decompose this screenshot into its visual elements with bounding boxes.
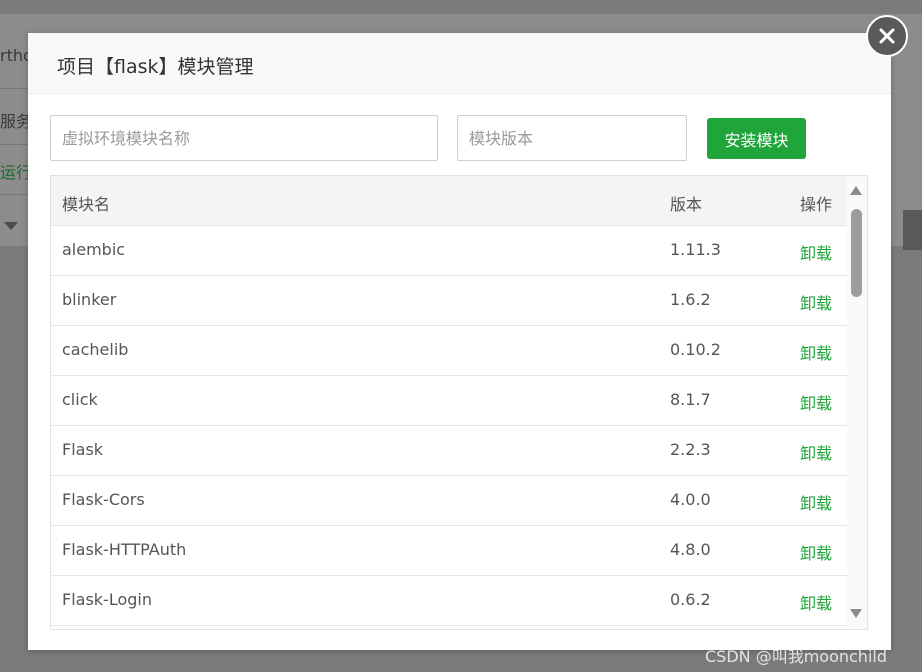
dialog-header: 项目【flask】模块管理 [28,33,891,94]
dialog-title: 项目【flask】模块管理 [57,56,254,78]
table-row: cachelib 0.10.2 卸载 [51,326,847,376]
caret-down-icon [4,222,18,230]
table-header: 模块名 版本 操作 [51,176,847,226]
uninstall-button[interactable]: 卸载 [800,490,832,514]
close-dialog-button[interactable] [866,15,908,57]
module-version: 1.6.2 [670,290,711,309]
module-version: 2.2.3 [670,440,711,459]
module-version: 4.8.0 [670,540,711,559]
header-action: 操作 [800,195,833,214]
scrollbar-thumb[interactable] [851,209,862,297]
module-version: 1.11.3 [670,240,721,259]
module-name-input[interactable] [50,115,438,161]
module-name: Flask [62,440,104,459]
table-row: Flask 2.2.3 卸载 [51,426,847,476]
module-version: 0.10.2 [670,340,721,359]
module-version: 0.6.2 [670,590,711,609]
background-button [903,210,922,250]
close-icon [879,28,895,44]
uninstall-button[interactable]: 卸载 [800,390,832,414]
scroll-up-arrow-icon[interactable] [850,186,862,195]
scroll-down-arrow-icon[interactable] [850,609,862,618]
module-name: cachelib [62,340,129,359]
header-module-name: 模块名 [62,195,111,214]
install-module-button[interactable]: 安装模块 [707,118,806,159]
table-scrollbar[interactable] [847,176,867,629]
table-row: Flask-Login 0.6.2 卸载 [51,576,847,626]
table-row: Flask-HTTPAuth 4.8.0 卸载 [51,526,847,576]
uninstall-button[interactable]: 卸载 [800,340,832,364]
uninstall-button[interactable]: 卸载 [800,290,832,314]
module-name: alembic [62,240,126,259]
uninstall-button[interactable]: 卸载 [800,590,832,614]
table-row: Flask-Cors 4.0.0 卸载 [51,476,847,526]
uninstall-button[interactable]: 卸载 [800,540,832,564]
module-name: Flask-Login [62,590,152,609]
module-table: 模块名 版本 操作 alembic 1.11.3 卸载 blinker 1.6.… [50,175,868,630]
header-version: 版本 [670,195,703,214]
table-row: blinker 1.6.2 卸载 [51,276,847,326]
module-version: 8.1.7 [670,390,711,409]
uninstall-button[interactable]: 卸载 [800,240,832,264]
watermark: CSDN @叫我moonchild [705,647,887,666]
module-manager-dialog: 项目【flask】模块管理 安装模块 模块名 版本 操作 alembic 1.1… [28,33,891,650]
module-name: click [62,390,98,409]
module-name: Flask-Cors [62,490,145,509]
module-version: 4.0.0 [670,490,711,509]
module-name: Flask-HTTPAuth [62,540,187,559]
uninstall-button[interactable]: 卸载 [800,440,832,464]
module-version-input[interactable] [457,115,687,161]
table-row: alembic 1.11.3 卸载 [51,226,847,276]
table-row: click 8.1.7 卸载 [51,376,847,426]
module-name: blinker [62,290,117,309]
